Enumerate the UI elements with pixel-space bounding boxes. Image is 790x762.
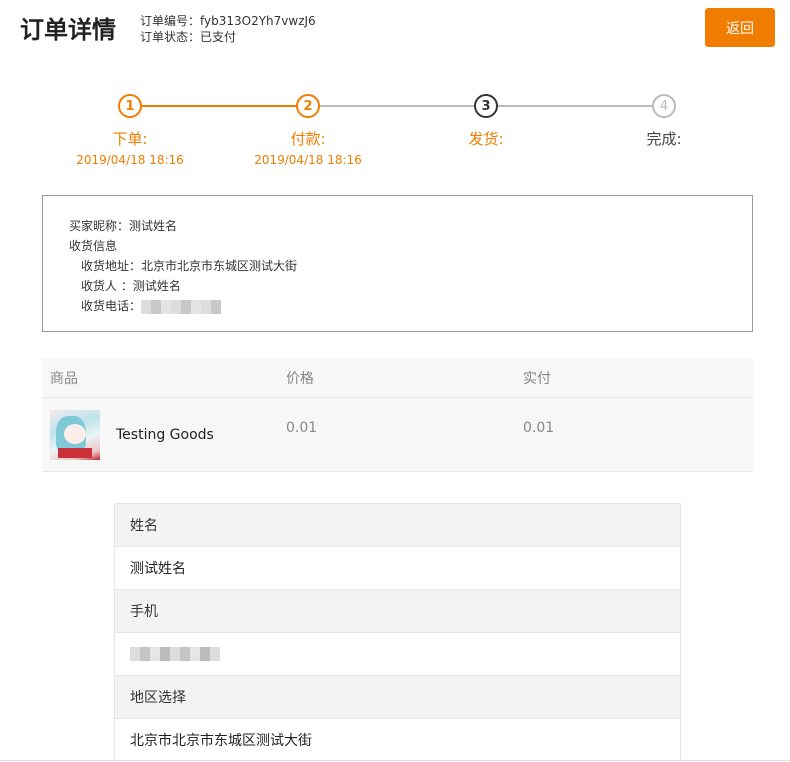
blurred-phone bbox=[141, 299, 222, 314]
order-progress-steps: 1 2 3 4 下单: 付款: 发货: 完成: 2019/04/18 18:16… bbox=[0, 94, 790, 174]
buyer-nickname: 买家昵称：测试姓名 bbox=[69, 219, 178, 233]
name-value[interactable]: 测试姓名 bbox=[114, 546, 681, 589]
receiver-name: 收货人 ：测试姓名 bbox=[81, 279, 181, 293]
step-line-3 bbox=[498, 105, 652, 107]
step-1-circle: 1 bbox=[118, 94, 142, 118]
goods-price: 0.01 bbox=[286, 419, 318, 436]
order-status: 订单状态：已支付 bbox=[140, 30, 237, 44]
shipping-address: 收货地址：北京市北京市东城区测试大街 bbox=[81, 259, 298, 273]
step-3-label: 发货: bbox=[468, 130, 504, 148]
region-label: 地区选择 bbox=[114, 675, 681, 718]
step-2-circle: 2 bbox=[296, 94, 320, 118]
header-goods: 商品 bbox=[50, 370, 78, 387]
table-row: Testing Goods 0.01 0.01 bbox=[42, 397, 753, 472]
goods-paid: 0.01 bbox=[523, 419, 555, 436]
goods-thumbnail[interactable] bbox=[50, 409, 100, 460]
goods-table: 商品 价格 实付 Testing Goods 0.01 0.01 bbox=[42, 358, 753, 472]
goods-name[interactable]: Testing Goods bbox=[116, 427, 214, 443]
bottom-divider bbox=[0, 760, 790, 761]
order-meta: 订单编号：fyb313O2Yh7vwzJ6 订单状态：已支付 bbox=[140, 13, 316, 45]
step-4-circle: 4 bbox=[652, 94, 676, 118]
goods-cell: Testing Goods bbox=[42, 409, 279, 460]
region-value[interactable]: 北京市北京市东城区测试大街 bbox=[114, 718, 681, 761]
header-paid: 实付 bbox=[523, 370, 551, 387]
step-2-time: 2019/04/18 18:16 bbox=[254, 153, 362, 167]
step-line-1 bbox=[142, 105, 296, 107]
back-button[interactable]: 返回 bbox=[705, 8, 775, 47]
receiver-phone-label: 收货电话： bbox=[81, 299, 142, 313]
step-2-label: 付款: bbox=[290, 130, 326, 148]
name-label: 姓名 bbox=[114, 503, 681, 546]
mobile-value[interactable] bbox=[114, 632, 681, 675]
shipping-info-title: 收货信息 bbox=[69, 239, 118, 253]
step-3-circle: 3 bbox=[474, 94, 498, 118]
step-1-label: 下单: bbox=[112, 130, 148, 148]
step-1-time: 2019/04/18 18:16 bbox=[76, 153, 184, 167]
step-line-2 bbox=[320, 105, 474, 107]
receiver-phone: 收货电话： bbox=[69, 296, 726, 316]
blurred-mobile bbox=[130, 647, 220, 661]
buyer-info-box: 买家昵称：测试姓名 收货信息 收货地址：北京市北京市东城区测试大街 收货人 ：测… bbox=[42, 195, 753, 332]
contact-form: 姓名 测试姓名 手机 地区选择 北京市北京市东城区测试大街 bbox=[114, 503, 681, 761]
goods-table-header: 商品 价格 实付 bbox=[42, 358, 753, 397]
header-price: 价格 bbox=[286, 370, 314, 387]
order-number: 订单编号：fyb313O2Yh7vwzJ6 bbox=[140, 14, 316, 28]
step-4-label: 完成: bbox=[646, 130, 682, 148]
page-title: 订单详情 bbox=[20, 16, 116, 44]
mobile-label: 手机 bbox=[114, 589, 681, 632]
